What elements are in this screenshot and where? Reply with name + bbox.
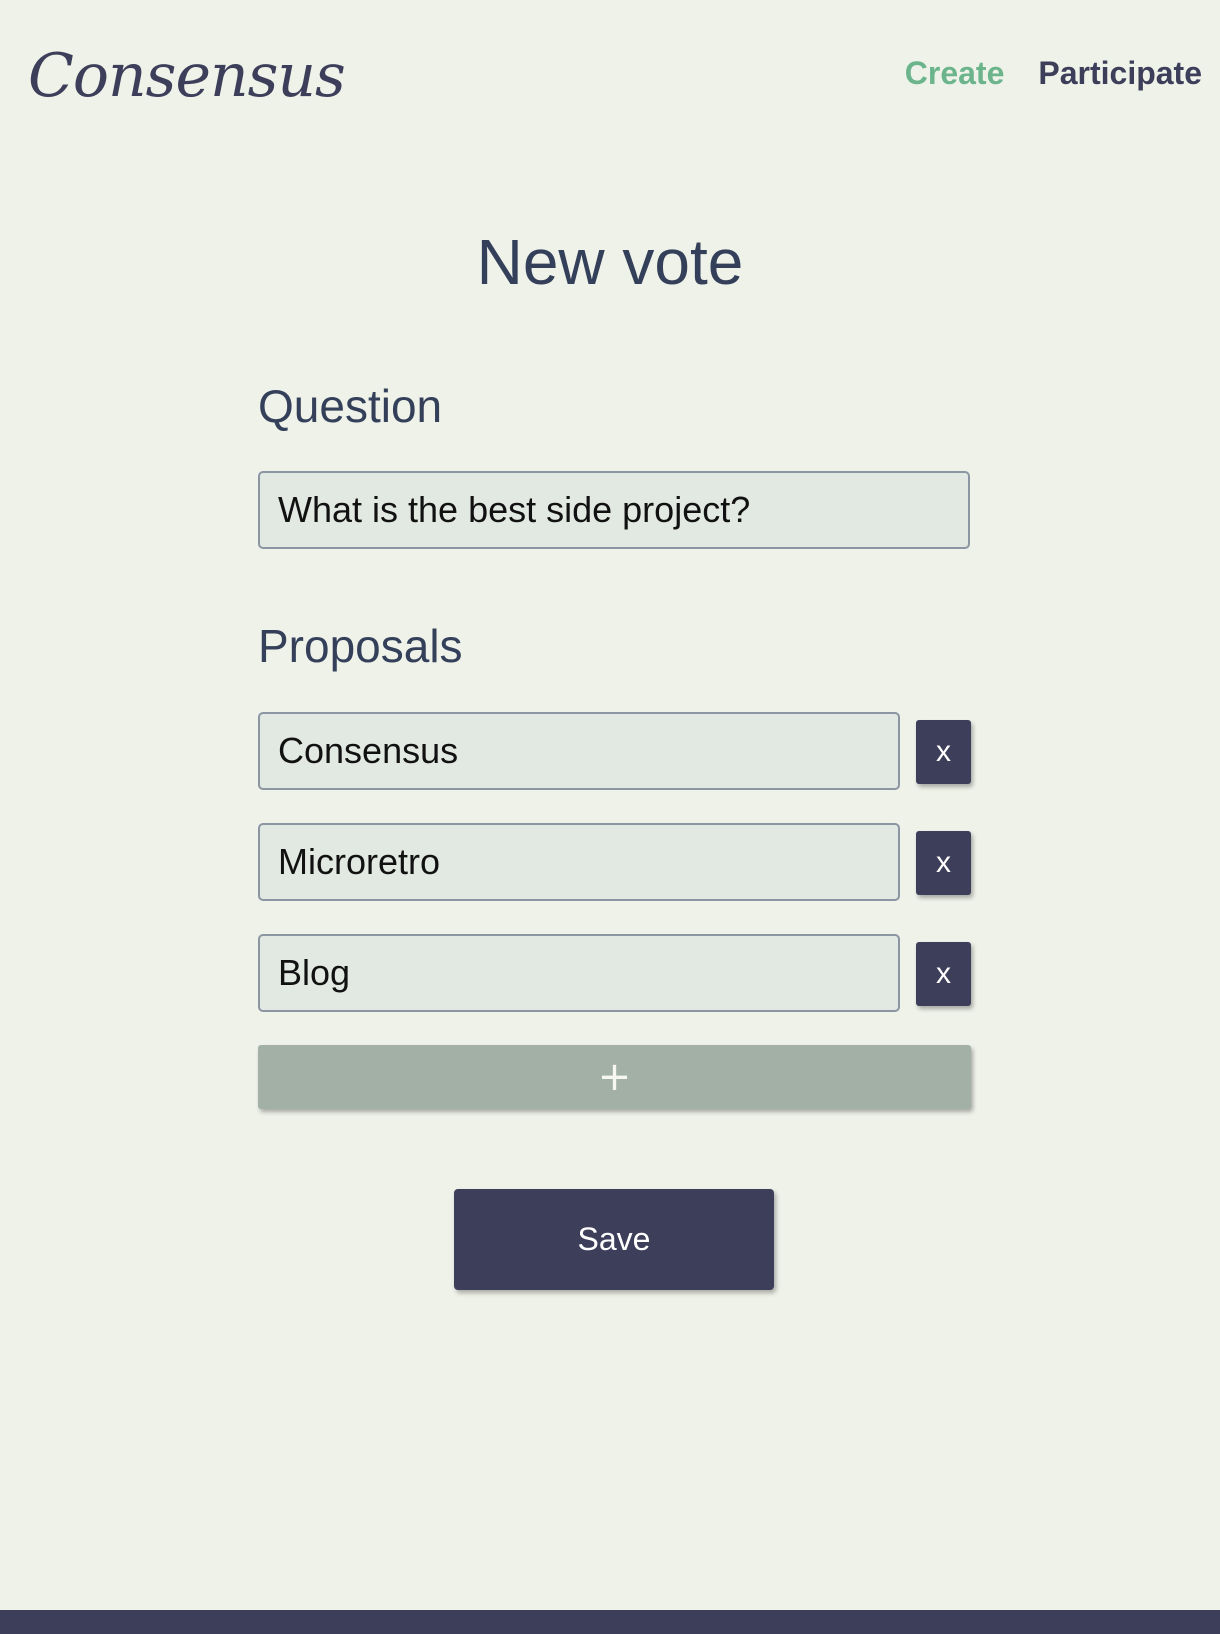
add-proposal-button[interactable]: + [258, 1045, 971, 1109]
remove-proposal-button-2[interactable]: x [916, 831, 971, 895]
nav-create-link[interactable]: Create [905, 50, 1005, 96]
footer-bar [0, 1610, 1220, 1634]
question-label: Question [258, 380, 443, 432]
remove-proposal-button-1[interactable]: x [916, 720, 971, 784]
proposal-input-2[interactable] [258, 823, 900, 901]
proposal-input-3[interactable] [258, 934, 900, 1012]
proposals-label: Proposals [258, 620, 463, 672]
brand-logo[interactable]: Consensus [28, 36, 346, 116]
remove-proposal-button-3[interactable]: x [916, 942, 971, 1006]
question-input[interactable] [258, 471, 970, 549]
page: Consensus Create Participate New vote Qu… [0, 0, 1220, 1634]
top-nav: Create Participate [905, 50, 1202, 96]
page-title: New vote [476, 226, 744, 298]
proposal-input-1[interactable] [258, 712, 900, 790]
save-button[interactable]: Save [454, 1189, 774, 1290]
nav-participate-link[interactable]: Participate [1038, 50, 1202, 96]
